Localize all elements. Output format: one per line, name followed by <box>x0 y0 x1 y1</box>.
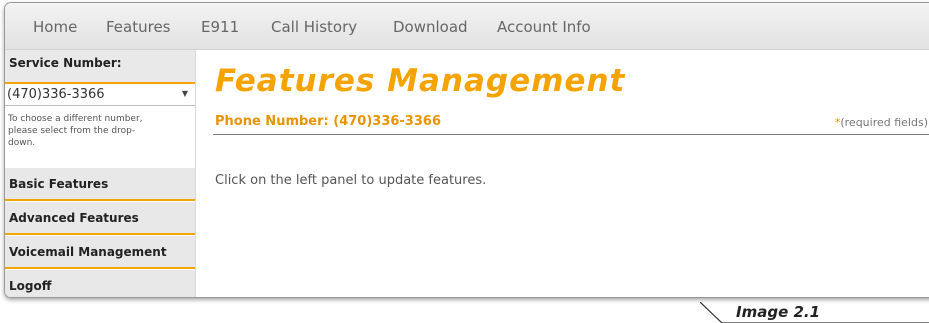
service-number-select[interactable]: (470)336-3366 ▼ <box>5 84 195 106</box>
menu-basic-features[interactable]: Basic Features <box>5 168 195 201</box>
nav-call-history[interactable]: Call History <box>271 18 357 36</box>
menu-logoff[interactable]: Logoff <box>5 270 195 297</box>
menu-advanced-features[interactable]: Advanced Features <box>5 202 195 235</box>
service-number-help: To choose a different number, please sel… <box>8 113 188 149</box>
help-text-line: please select from the drop- <box>8 126 136 136</box>
required-fields-note: *(required fields) <box>835 116 928 129</box>
help-text-line: To choose a different number, <box>8 114 143 124</box>
image-caption: Image 2.1 <box>736 303 821 321</box>
service-number-header: Service Number: <box>5 50 195 84</box>
menu-label: Voicemail Management <box>9 245 167 259</box>
sidebar: Service Number: (470)336-3366 ▼ To choos… <box>5 50 196 297</box>
heading-divider <box>213 134 929 135</box>
menu-voicemail-management[interactable]: Voicemail Management <box>5 236 195 269</box>
help-text-line: down. <box>8 138 36 148</box>
required-text: (required fields) <box>840 116 928 129</box>
nav-download[interactable]: Download <box>393 18 468 36</box>
top-navigation: Home Features E911 Call History Download… <box>5 3 929 50</box>
page-title: Features Management <box>215 63 626 99</box>
dropdown-caret-icon: ▼ <box>181 89 188 98</box>
phone-number-heading: Phone Number: (470)336-3366 <box>215 114 441 129</box>
menu-label: Advanced Features <box>9 211 139 225</box>
nav-account-info[interactable]: Account Info <box>497 18 591 36</box>
app-window: Home Features E911 Call History Download… <box>4 2 929 298</box>
service-number-label: Service Number: <box>9 56 122 70</box>
instruction-text: Click on the left panel to update featur… <box>215 173 487 188</box>
menu-label: Basic Features <box>9 177 109 191</box>
nav-home[interactable]: Home <box>33 18 77 36</box>
service-number-value: (470)336-3366 <box>7 87 105 102</box>
menu-label: Logoff <box>9 279 52 293</box>
nav-e911[interactable]: E911 <box>201 18 239 36</box>
nav-features[interactable]: Features <box>106 18 171 36</box>
